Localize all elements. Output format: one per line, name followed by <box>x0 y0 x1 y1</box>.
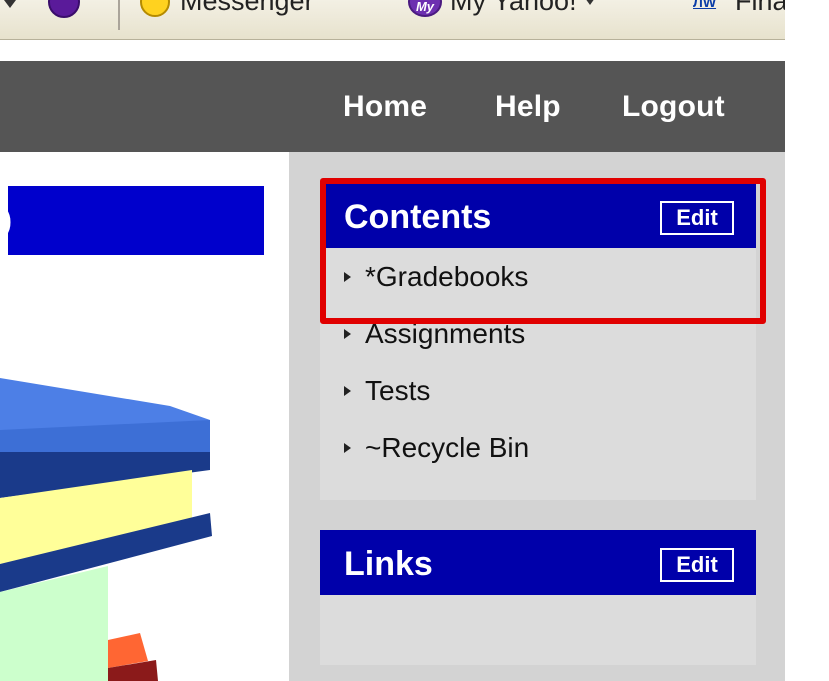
chevron-down-icon[interactable] <box>584 0 595 5</box>
contents-panel-title: Contents <box>344 198 492 236</box>
main-title-text: ) <box>8 204 12 238</box>
my-yahoo-label: My Yahoo! <box>450 0 577 16</box>
main-title-bar: ) <box>8 186 264 255</box>
finance-icon: ЛW <box>693 0 717 10</box>
list-item-label: *Gradebooks <box>365 260 529 292</box>
nav-home-link[interactable]: Home <box>343 90 427 124</box>
contents-panel-header: Contents Edit <box>320 183 756 248</box>
links-edit-button[interactable]: Edit <box>660 548 734 582</box>
yahoo-toolbar-icon[interactable] <box>48 0 80 18</box>
browser-toolbar: Messenger My My Yahoo! ЛW Finan <box>0 0 829 40</box>
links-panel: Links Edit <box>320 530 756 665</box>
contents-edit-button[interactable]: Edit <box>660 201 734 235</box>
list-item-tests[interactable]: Tests <box>320 362 756 419</box>
messenger-smiley-icon <box>140 0 170 17</box>
toolbar-separator <box>118 0 120 30</box>
dropdown-arrow-icon[interactable] <box>4 0 16 8</box>
my-yahoo-button[interactable]: My My Yahoo! <box>408 0 595 17</box>
list-item-assignments[interactable]: Assignments <box>320 305 756 362</box>
bullet-arrow-icon <box>344 328 351 339</box>
bullet-arrow-icon <box>344 442 351 453</box>
messenger-label: Messenger <box>180 0 314 16</box>
page-margin <box>785 0 829 681</box>
main-content: ) <box>0 152 289 681</box>
links-panel-header: Links Edit <box>320 530 756 595</box>
contents-panel: Contents Edit *Gradebooks Assignments Te… <box>320 183 756 500</box>
books-illustration <box>0 378 212 681</box>
site-header: Home Help Logout <box>0 61 785 152</box>
list-item-gradebooks[interactable]: *Gradebooks <box>320 248 756 305</box>
links-panel-title: Links <box>344 545 433 583</box>
messenger-button[interactable]: Messenger <box>140 0 314 17</box>
list-item-label: Tests <box>365 374 431 406</box>
nav-help-link[interactable]: Help <box>495 90 561 124</box>
bullet-arrow-icon <box>344 385 351 396</box>
list-item-label: Assignments <box>365 317 526 349</box>
nav-logout-link[interactable]: Logout <box>622 90 725 124</box>
list-item-label: ~Recycle Bin <box>365 431 530 463</box>
contents-list: *Gradebooks Assignments Tests ~Recycle B… <box>320 248 756 476</box>
list-item-recycle-bin[interactable]: ~Recycle Bin <box>320 419 756 476</box>
bullet-arrow-icon <box>344 271 351 282</box>
my-yahoo-icon: My <box>408 0 442 17</box>
